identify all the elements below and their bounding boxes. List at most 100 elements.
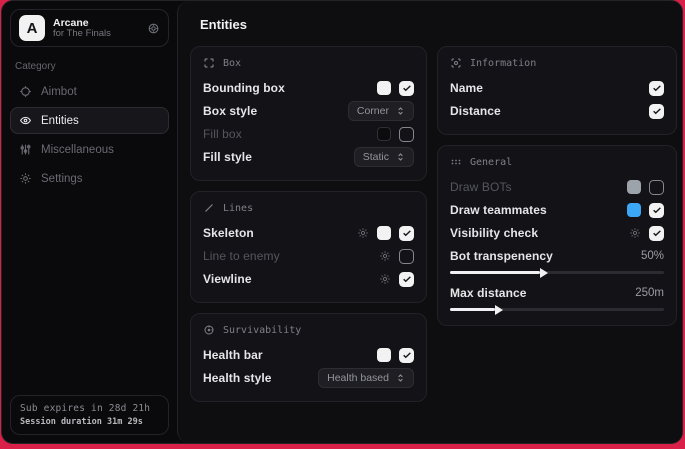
page-title: Entities <box>200 17 677 32</box>
setting-label: Fill style <box>203 150 346 164</box>
sidebar-item-miscellaneous[interactable]: Miscellaneous <box>10 136 169 163</box>
chevrons-up-down-icon <box>396 152 405 162</box>
fill-style-dropdown[interactable]: Static <box>354 147 414 167</box>
setting-label: Bot transpenency <box>450 249 633 263</box>
box-corners-icon <box>203 57 215 69</box>
sidebar-item-label: Settings <box>41 173 83 185</box>
sidebar-item-label: Miscellaneous <box>41 144 114 156</box>
color-swatch[interactable] <box>377 127 391 141</box>
gear-icon[interactable] <box>379 273 391 285</box>
setting-label: Skeleton <box>203 226 349 240</box>
setting-label: Max distance <box>450 286 627 300</box>
setting-row-bot-transparency: Bot transpenency 50% <box>450 245 664 267</box>
information-section-card: Information Name Distance <box>437 46 677 135</box>
sidebar-nav: Aimbot Entities <box>10 78 169 192</box>
info-scan-icon <box>450 57 462 69</box>
subscription-expiry: Sub expires in 28d 21h <box>20 403 159 414</box>
section-title: Lines <box>223 203 253 214</box>
checkbox-checked[interactable] <box>649 203 664 218</box>
setting-row-viewline: Viewline <box>203 268 414 290</box>
slider-thumb[interactable] <box>495 305 503 315</box>
bot-transparency-slider[interactable] <box>450 271 664 274</box>
box-style-dropdown[interactable]: Corner <box>348 101 414 121</box>
setting-label: Name <box>450 81 641 95</box>
box-section-card: Box Bounding box Box style Corner <box>190 46 427 181</box>
max-distance-slider[interactable] <box>450 308 664 311</box>
setting-label: Draw BOTs <box>450 180 619 194</box>
color-swatch[interactable] <box>627 203 641 217</box>
slider-value: 250m <box>635 287 664 299</box>
eye-scan-icon <box>19 114 32 127</box>
color-swatch[interactable] <box>377 226 391 240</box>
color-swatch[interactable] <box>627 180 641 194</box>
setting-label: Health style <box>203 371 310 385</box>
chevrons-up-down-icon <box>396 373 405 383</box>
health-style-dropdown[interactable]: Health based <box>318 368 414 388</box>
diagonal-line-icon <box>203 202 215 214</box>
gear-icon <box>19 172 32 185</box>
setting-row-fill-style: Fill style Static <box>203 146 414 168</box>
grid-dots-icon <box>450 156 462 168</box>
setting-row-visibility-check: Visibility check <box>450 222 664 244</box>
app-name: Arcane <box>53 17 139 29</box>
checkbox-checked[interactable] <box>649 104 664 119</box>
checkbox-checked[interactable] <box>649 81 664 96</box>
dropdown-value: Health based <box>327 372 389 384</box>
app-window: A Arcane for The Finals Category <box>1 0 683 444</box>
setting-row-name: Name <box>450 77 664 99</box>
app-logo: A <box>19 15 45 41</box>
setting-label: Line to enemy <box>203 249 371 263</box>
setting-row-health-style: Health style Health based <box>203 367 414 389</box>
section-title: Box <box>223 58 241 69</box>
setting-row-distance: Distance <box>450 100 664 122</box>
setting-label: Box style <box>203 104 340 118</box>
setting-row-bounding-box: Bounding box <box>203 77 414 99</box>
color-swatch[interactable] <box>377 348 391 362</box>
sliders-icon <box>19 143 32 156</box>
chevrons-up-down-icon <box>396 106 405 116</box>
slider-thumb[interactable] <box>540 268 548 278</box>
setting-row-draw-bots: Draw BOTs <box>450 176 664 198</box>
setting-row-box-style: Box style Corner <box>203 100 414 122</box>
checkbox-unchecked[interactable] <box>399 127 414 142</box>
slider-value: 50% <box>641 250 664 262</box>
setting-label: Health bar <box>203 348 369 362</box>
setting-label: Fill box <box>203 127 369 141</box>
setting-row-health-bar: Health bar <box>203 344 414 366</box>
gear-icon[interactable] <box>629 227 641 239</box>
setting-row-skeleton: Skeleton <box>203 222 414 244</box>
section-title: Survivability <box>223 325 301 336</box>
checkbox-checked[interactable] <box>399 272 414 287</box>
checkbox-checked[interactable] <box>399 226 414 241</box>
gear-icon[interactable] <box>357 227 369 239</box>
subscription-info-card: Sub expires in 28d 21h Session duration … <box>10 395 169 435</box>
checkbox-checked[interactable] <box>399 81 414 96</box>
checkbox-unchecked[interactable] <box>649 180 664 195</box>
sidebar-item-entities[interactable]: Entities <box>10 107 169 134</box>
gear-icon[interactable] <box>147 22 160 35</box>
setting-row-max-distance: Max distance 250m <box>450 282 664 304</box>
checkbox-unchecked[interactable] <box>399 249 414 264</box>
category-label: Category <box>15 61 164 72</box>
section-title: General <box>470 157 512 168</box>
sidebar-item-settings[interactable]: Settings <box>10 165 169 192</box>
app-logo-card: A Arcane for The Finals <box>10 9 169 47</box>
sidebar-item-aimbot[interactable]: Aimbot <box>10 78 169 105</box>
gear-icon[interactable] <box>379 250 391 262</box>
setting-row-line-to-enemy: Line to enemy <box>203 245 414 267</box>
crosshair-icon <box>19 85 32 98</box>
checkbox-checked[interactable] <box>649 226 664 241</box>
session-duration: Session duration 31m 29s <box>20 417 159 427</box>
color-swatch[interactable] <box>377 81 391 95</box>
sidebar-item-label: Aimbot <box>41 86 77 98</box>
setting-label: Viewline <box>203 272 371 286</box>
setting-label: Distance <box>450 104 641 118</box>
lines-section-card: Lines Skeleton Line to enemy <box>190 191 427 303</box>
setting-label: Bounding box <box>203 81 369 95</box>
setting-label: Visibility check <box>450 226 621 240</box>
setting-row-fill-box: Fill box <box>203 123 414 145</box>
main-panel: Entities Box Bounding box <box>177 1 683 443</box>
checkbox-checked[interactable] <box>399 348 414 363</box>
app-subtitle: for The Finals <box>53 29 139 40</box>
setting-row-draw-teammates: Draw teammates <box>450 199 664 221</box>
